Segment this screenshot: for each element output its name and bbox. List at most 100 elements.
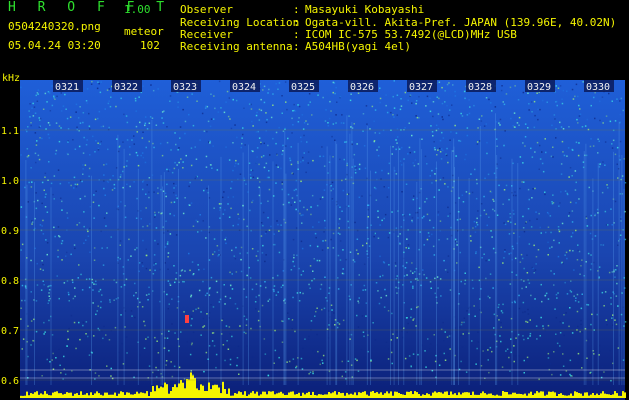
spectrum-speck (131, 315, 133, 317)
meteor-activity-bar (408, 391, 410, 398)
spectrum-speck (148, 191, 150, 193)
spectrum-speck (528, 109, 530, 111)
spectrum-speck (578, 115, 581, 117)
meteor-activity-bar (482, 391, 484, 398)
meteor-activity-bar (242, 394, 244, 398)
meteor-activity-bar (496, 394, 498, 398)
spectrum-speck (303, 122, 306, 124)
spectrum-speck (150, 84, 152, 86)
meteor-activity-bar (124, 394, 126, 398)
spectrum-speck (324, 227, 326, 229)
spectrum-speck (270, 225, 272, 228)
spectrum-speck (171, 375, 174, 378)
spectrum-speck (411, 102, 413, 104)
spectrum-speck (483, 195, 485, 198)
spectrum-speck (62, 378, 64, 380)
spectrum-speck (344, 141, 346, 143)
spectrum-speck (507, 220, 509, 223)
spectrum-speck (380, 296, 382, 299)
meteor-activity-bar (588, 395, 590, 398)
spectrum-speck (316, 333, 318, 336)
spectrum-speck (280, 167, 282, 170)
meteor-activity-bar (174, 384, 176, 398)
spectrum-speck (64, 93, 66, 96)
spectrum-speck (250, 108, 253, 110)
meteor-activity-bar (586, 392, 588, 398)
spectrum-speck (36, 100, 39, 102)
spectrum-speck (363, 284, 366, 287)
meteor-activity-bar (36, 391, 38, 398)
spectrum-speck (95, 313, 97, 316)
spectrum-speck (440, 148, 443, 150)
spectrum-speck (142, 181, 144, 183)
meteor-activity-bar (158, 388, 160, 398)
spectrum-speck (235, 246, 237, 249)
spectrum-speck (55, 149, 58, 152)
spectrum-speck (58, 125, 61, 127)
spectrum-speck (433, 334, 435, 336)
meteor-activity-bar (60, 393, 62, 398)
spectrum-speck (480, 203, 483, 205)
meteor-activity-bar (262, 391, 264, 398)
spectrum-speck (184, 197, 186, 199)
spectrum-speck (501, 85, 503, 87)
spectrum-speck (295, 365, 298, 368)
spectrum-speck (449, 109, 451, 111)
spectrum-speck (99, 288, 102, 291)
spectrum-speck (128, 238, 130, 241)
spectrum-speck (101, 247, 103, 249)
spectrum-speck (27, 355, 29, 358)
spectrum-speck (297, 121, 300, 123)
spectrum-speck (525, 222, 527, 224)
spectrum-speck (232, 169, 234, 172)
meteor-activity-bar (270, 391, 272, 398)
spectrum-speck (177, 106, 179, 108)
spectrum-speck (483, 125, 486, 127)
spectrum-speck (463, 317, 466, 319)
spectrum-speck (518, 294, 520, 297)
spectrum-speck (327, 125, 330, 127)
spectrum-speck (304, 338, 306, 340)
spectrum-speck (435, 124, 438, 127)
spectrum-speck (52, 193, 54, 196)
meteor-activity-bar (516, 393, 518, 398)
spectrum-speck (144, 122, 147, 125)
spectrum-speck (580, 323, 582, 326)
spectrum-speck (280, 286, 283, 288)
spectrum-speck (75, 186, 78, 188)
spectrum-speck (415, 100, 418, 102)
spectrum-speck (385, 341, 388, 343)
spectrum-speck (167, 241, 169, 243)
spectrum-speck (615, 295, 618, 297)
spectrum-speck (49, 361, 51, 363)
spectrum-speck (536, 218, 538, 220)
spectrum-speck (179, 274, 182, 277)
spectrum-speck (76, 224, 78, 226)
spectrum-speck (524, 123, 527, 125)
spectrum-speck (30, 124, 32, 127)
spectrum-speck (89, 206, 92, 208)
spectrum-speck (273, 362, 275, 364)
spectrum-speck (262, 211, 265, 214)
spectrum-speck (264, 232, 267, 235)
spectrum-speck (406, 274, 408, 276)
spectrum-speck (424, 155, 427, 158)
meteor-activity-bar (366, 394, 368, 398)
spectrum-speck (302, 292, 304, 295)
spectrum-speck (191, 318, 193, 320)
spectrum-speck (209, 125, 212, 128)
y-tick-label: 1.0 (1, 176, 19, 187)
spectrum-speck (487, 349, 489, 351)
spectrum-speck (148, 365, 151, 367)
spectrum-speck (173, 214, 175, 217)
spectrum-speck (312, 350, 314, 352)
spectrum-speck (205, 237, 207, 239)
spectrum-speck (138, 262, 141, 264)
meteor-activity-bar (144, 393, 146, 398)
spectrum-speck (523, 181, 525, 183)
spectrum-speck (532, 188, 534, 190)
meteor-activity-bar (214, 384, 216, 398)
spectrum-speck (293, 256, 295, 259)
spectrum-speck (169, 213, 171, 215)
meteor-activity-bar (340, 393, 342, 398)
